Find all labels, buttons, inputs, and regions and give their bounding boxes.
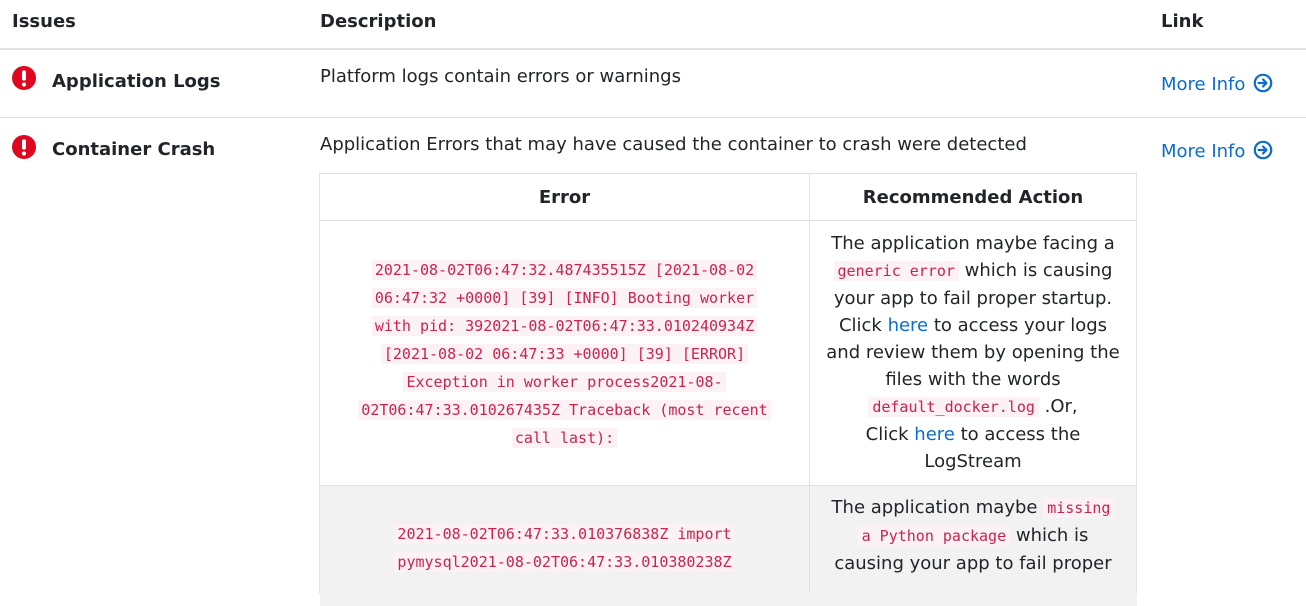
recommended-action: The application maybe missing a Python p… <box>810 494 1136 577</box>
table-right-border <box>1136 173 1137 593</box>
error-column-header: Error <box>538 187 591 208</box>
more-info-label: More Info <box>1161 141 1246 162</box>
header-link: Link <box>1161 11 1204 32</box>
error-text: 2021-08-02T06:47:33.010376838Z import py… <box>320 520 809 576</box>
inline-code: default_docker.log <box>868 397 1039 417</box>
row-divider <box>0 117 1306 118</box>
diagnostics-page: Issues Description Link Application Logs… <box>0 0 1306 606</box>
logs-here-link[interactable]: here <box>888 315 929 336</box>
inline-code: generic error <box>833 261 959 281</box>
error-text: 2021-08-02T06:47:32.487435515Z [2021-08-… <box>320 256 809 452</box>
logstream-here-link[interactable]: here <box>914 424 955 445</box>
issue-description: Application Errors that may have caused … <box>320 134 1027 155</box>
action-column-header: Recommended Action <box>862 187 1084 208</box>
error-table: Error Recommended Action 2021-08-02T06:4… <box>319 173 1137 606</box>
issue-name: Container Crash <box>52 139 216 160</box>
more-info-link[interactable]: More Info <box>1161 140 1273 162</box>
inline-code: missing <box>1043 498 1115 518</box>
more-info-link[interactable]: More Info <box>1161 73 1273 95</box>
exclamation-circle-icon <box>12 66 36 90</box>
issue-name: Application Logs <box>52 71 221 92</box>
error-table-header: Error Recommended Action <box>320 173 1137 221</box>
issue-description: Platform logs contain errors or warnings <box>320 66 681 87</box>
table-header: Issues Description Link <box>0 0 1306 50</box>
arrow-circle-right-icon <box>1254 73 1273 93</box>
inline-code: a Python package <box>857 526 1011 546</box>
exclamation-circle-icon <box>12 135 36 159</box>
recommended-action: The application maybe facing a generic e… <box>826 233 1120 472</box>
header-description: Description <box>320 11 437 32</box>
more-info-label: More Info <box>1161 74 1246 95</box>
arrow-circle-right-icon <box>1254 140 1273 160</box>
header-issues: Issues <box>12 11 76 32</box>
